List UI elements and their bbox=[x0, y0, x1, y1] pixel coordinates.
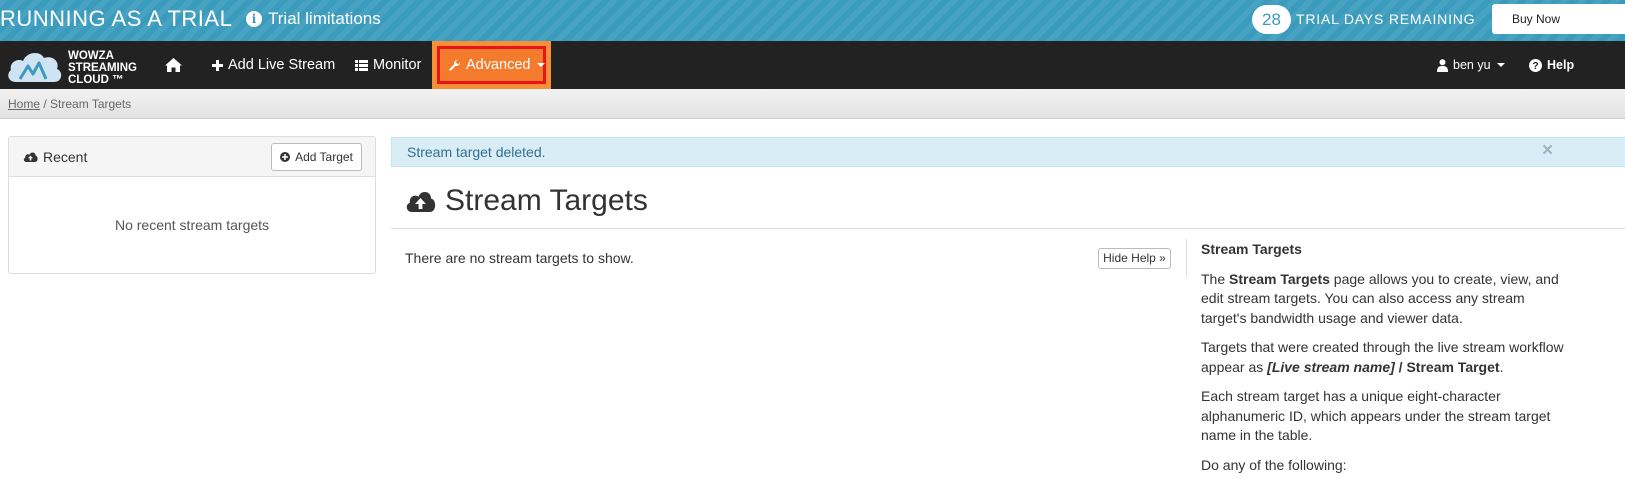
breadcrumb: Home / Stream Targets bbox=[8, 97, 131, 111]
nav-advanced-label: Advanced bbox=[466, 57, 531, 73]
recent-panel-header: Recent Add Target bbox=[9, 137, 375, 177]
svg-text:?: ? bbox=[1532, 61, 1538, 72]
cloud-upload-icon bbox=[23, 151, 38, 163]
grid-icon bbox=[355, 59, 368, 71]
help-paragraph: Targets that were created through the li… bbox=[1201, 338, 1573, 377]
highlight-box: Advanced bbox=[437, 46, 546, 84]
wowza-logo[interactable]: WOWZA STREAMING CLOUD ™ bbox=[6, 45, 141, 86]
nav-monitor-label: Monitor bbox=[373, 57, 422, 73]
nav-add-live-stream-label: Add Live Stream bbox=[228, 57, 336, 73]
page-title: Stream Targets bbox=[405, 184, 648, 218]
help-panel: Stream Targets The Stream Targets page a… bbox=[1201, 240, 1573, 485]
user-icon bbox=[1437, 58, 1448, 72]
nav-monitor[interactable]: Monitor bbox=[355, 41, 421, 89]
home-icon bbox=[165, 58, 182, 72]
recent-empty-message: No recent stream targets bbox=[114, 217, 270, 233]
nav-home[interactable] bbox=[164, 41, 183, 89]
plus-icon bbox=[212, 59, 223, 71]
main-navbar: WOWZA STREAMING CLOUD ™ Add Live Stream … bbox=[0, 41, 1625, 89]
nav-add-live-stream[interactable]: Add Live Stream bbox=[212, 41, 335, 89]
alert-message: Stream target deleted. bbox=[391, 137, 1625, 167]
help-bold-text: Stream Target bbox=[1406, 358, 1500, 375]
nav-user-label: ben yu bbox=[1453, 58, 1491, 72]
hide-help-button[interactable]: Hide Help » bbox=[1098, 248, 1171, 269]
trial-limitations-link[interactable]: i Trial limitations bbox=[246, 9, 381, 29]
trial-title: RUNNING AS A TRIAL bbox=[0, 6, 233, 31]
empty-targets-message: There are no stream targets to show. bbox=[405, 250, 634, 266]
nav-advanced-dropdown[interactable]: Advanced bbox=[432, 41, 551, 89]
help-paragraph: Each stream target has a unique eight-ch… bbox=[1201, 388, 1551, 443]
wrench-icon bbox=[448, 59, 461, 72]
recent-title-label: Recent bbox=[43, 149, 88, 165]
logo-text: WOWZA STREAMING CLOUD ™ bbox=[68, 50, 137, 86]
nav-help[interactable]: ? Help bbox=[1529, 41, 1574, 89]
breadcrumb-separator: / bbox=[40, 97, 51, 111]
breadcrumb-home-link[interactable]: Home bbox=[8, 97, 40, 111]
add-target-button[interactable]: Add Target bbox=[271, 143, 362, 171]
cloud-logo-icon bbox=[8, 52, 62, 82]
add-target-label: Add Target bbox=[295, 150, 353, 164]
breadcrumb-bar: Home / Stream Targets bbox=[0, 89, 1625, 119]
recent-title: Recent bbox=[23, 149, 87, 165]
buy-now-button[interactable]: Buy Now bbox=[1492, 4, 1625, 34]
info-icon: i bbox=[246, 11, 262, 27]
page-title-label: Stream Targets bbox=[445, 184, 648, 217]
trial-limitations-label: Trial limitations bbox=[268, 9, 381, 28]
trial-days-label: TRIAL DAYS REMAINING bbox=[1296, 11, 1476, 27]
help-bold-italic-text: [Live stream name] bbox=[1267, 358, 1395, 375]
recent-panel: Recent Add Target No recent stream targe… bbox=[8, 136, 376, 274]
chevron-down-icon bbox=[536, 63, 545, 67]
help-text: The bbox=[1201, 270, 1230, 287]
help-bold-text: Stream Targets bbox=[1229, 270, 1330, 287]
plus-circle-icon bbox=[280, 152, 291, 162]
question-icon: ? bbox=[1529, 58, 1542, 72]
close-icon[interactable]: × bbox=[1542, 140, 1553, 162]
title-divider bbox=[391, 228, 1625, 229]
chevron-down-icon bbox=[1496, 63, 1505, 67]
help-text: . bbox=[1499, 358, 1504, 375]
nav-help-label: Help bbox=[1547, 58, 1575, 72]
help-heading: Stream Targets bbox=[1201, 241, 1302, 257]
trial-banner: RUNNING AS A TRIAL i Trial limitations 2… bbox=[0, 0, 1625, 41]
breadcrumb-current: Stream Targets bbox=[50, 97, 132, 111]
help-bold-text: / bbox=[1394, 358, 1407, 375]
nav-user-dropdown[interactable]: ben yu bbox=[1437, 41, 1505, 89]
cloud-upload-icon bbox=[405, 189, 436, 213]
help-paragraph: The Stream Targets page allows you to cr… bbox=[1201, 270, 1573, 329]
trial-days-badge: 28 bbox=[1252, 5, 1291, 34]
help-paragraph: Do any of the following: bbox=[1201, 456, 1347, 473]
help-divider bbox=[1186, 239, 1187, 277]
